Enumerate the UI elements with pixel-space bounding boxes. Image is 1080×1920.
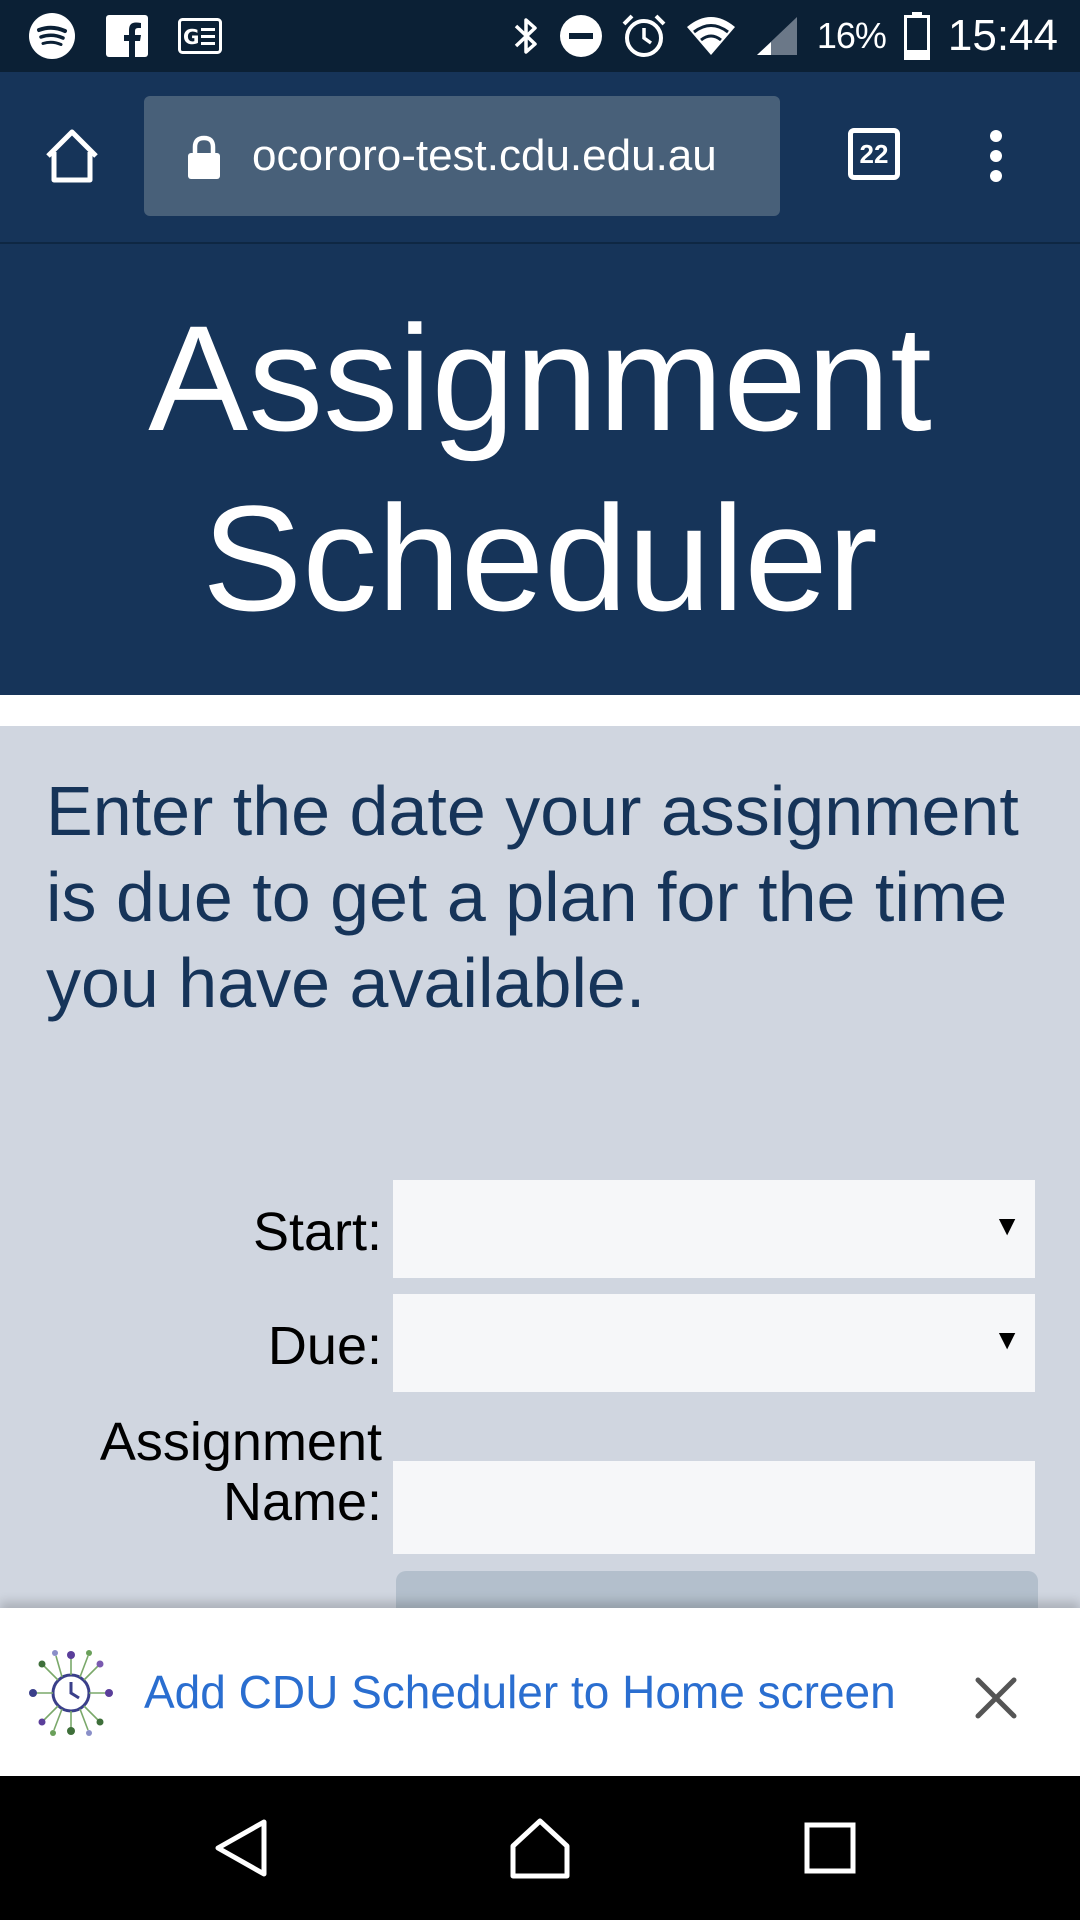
- due-label: Due:: [267, 1316, 382, 1376]
- do-not-disturb-icon: [559, 15, 602, 57]
- due-date-select[interactable]: ▼: [393, 1294, 1035, 1392]
- page-title: Assignment Scheduler: [0, 288, 1080, 648]
- phone-screen: G 16% 15:44 ocororo-test.cdu.edu.au 22 A…: [0, 0, 1080, 1920]
- assignment-name-label: Assignment Name:: [100, 1412, 382, 1532]
- page-title-line-2: Scheduler: [202, 474, 878, 642]
- back-icon[interactable]: [210, 1816, 274, 1880]
- notification-icons: G: [28, 12, 222, 60]
- start-date-select[interactable]: ▼: [393, 1180, 1035, 1278]
- home-icon[interactable]: [40, 124, 104, 188]
- signal-icon: [756, 17, 797, 55]
- home-nav-icon[interactable]: [508, 1816, 572, 1880]
- assignment-name-label-line-2: Name:: [222, 1472, 382, 1532]
- close-icon[interactable]: [972, 1674, 1020, 1722]
- system-navigation-bar: [0, 1776, 1080, 1920]
- page-title-line-1: Assignment: [148, 294, 932, 462]
- scheduler-form: Enter the date your assignment is due to…: [0, 726, 1080, 1661]
- site-header: Assignment Scheduler: [0, 242, 1080, 695]
- svg-text:G: G: [183, 25, 199, 49]
- news-icon: G: [178, 18, 222, 54]
- lock-icon: [188, 135, 220, 179]
- add-to-home-screen-text[interactable]: Add CDU Scheduler to Home screen: [144, 1608, 896, 1776]
- recent-apps-icon[interactable]: [804, 1822, 856, 1874]
- start-label: Start:: [252, 1202, 382, 1262]
- clock: 15:44: [947, 11, 1058, 60]
- address-bar[interactable]: ocororo-test.cdu.edu.au: [144, 96, 780, 216]
- wifi-icon: [686, 17, 735, 55]
- status-bar: G 16% 15:44: [0, 0, 1080, 72]
- cdu-scheduler-app-icon: [29, 1650, 113, 1736]
- battery-percent: 16%: [816, 15, 887, 56]
- tab-switcher-button[interactable]: 22: [848, 128, 900, 180]
- battery-icon: [903, 12, 930, 60]
- spotify-icon: [29, 13, 75, 59]
- alarm-icon: [622, 14, 666, 57]
- intro-text: Enter the date your assignment is due to…: [46, 772, 1019, 1022]
- dropdown-arrow-icon: ▼: [993, 1324, 1021, 1355]
- system-status: 16% 15:44: [511, 10, 1058, 62]
- url-text: ocororo-test.cdu.edu.au: [252, 131, 717, 180]
- facebook-icon: [106, 15, 148, 57]
- assignment-name-input[interactable]: [393, 1461, 1035, 1554]
- dropdown-arrow-icon: ▼: [993, 1210, 1021, 1241]
- browser-toolbar: ocororo-test.cdu.edu.au 22: [0, 72, 1080, 242]
- bluetooth-icon: [514, 18, 537, 54]
- overflow-menu-icon[interactable]: [982, 128, 1010, 184]
- assignment-name-label-line-1: Assignment: [99, 1412, 382, 1472]
- add-to-home-screen-banner[interactable]: Add CDU Scheduler to Home screen: [0, 1608, 1080, 1776]
